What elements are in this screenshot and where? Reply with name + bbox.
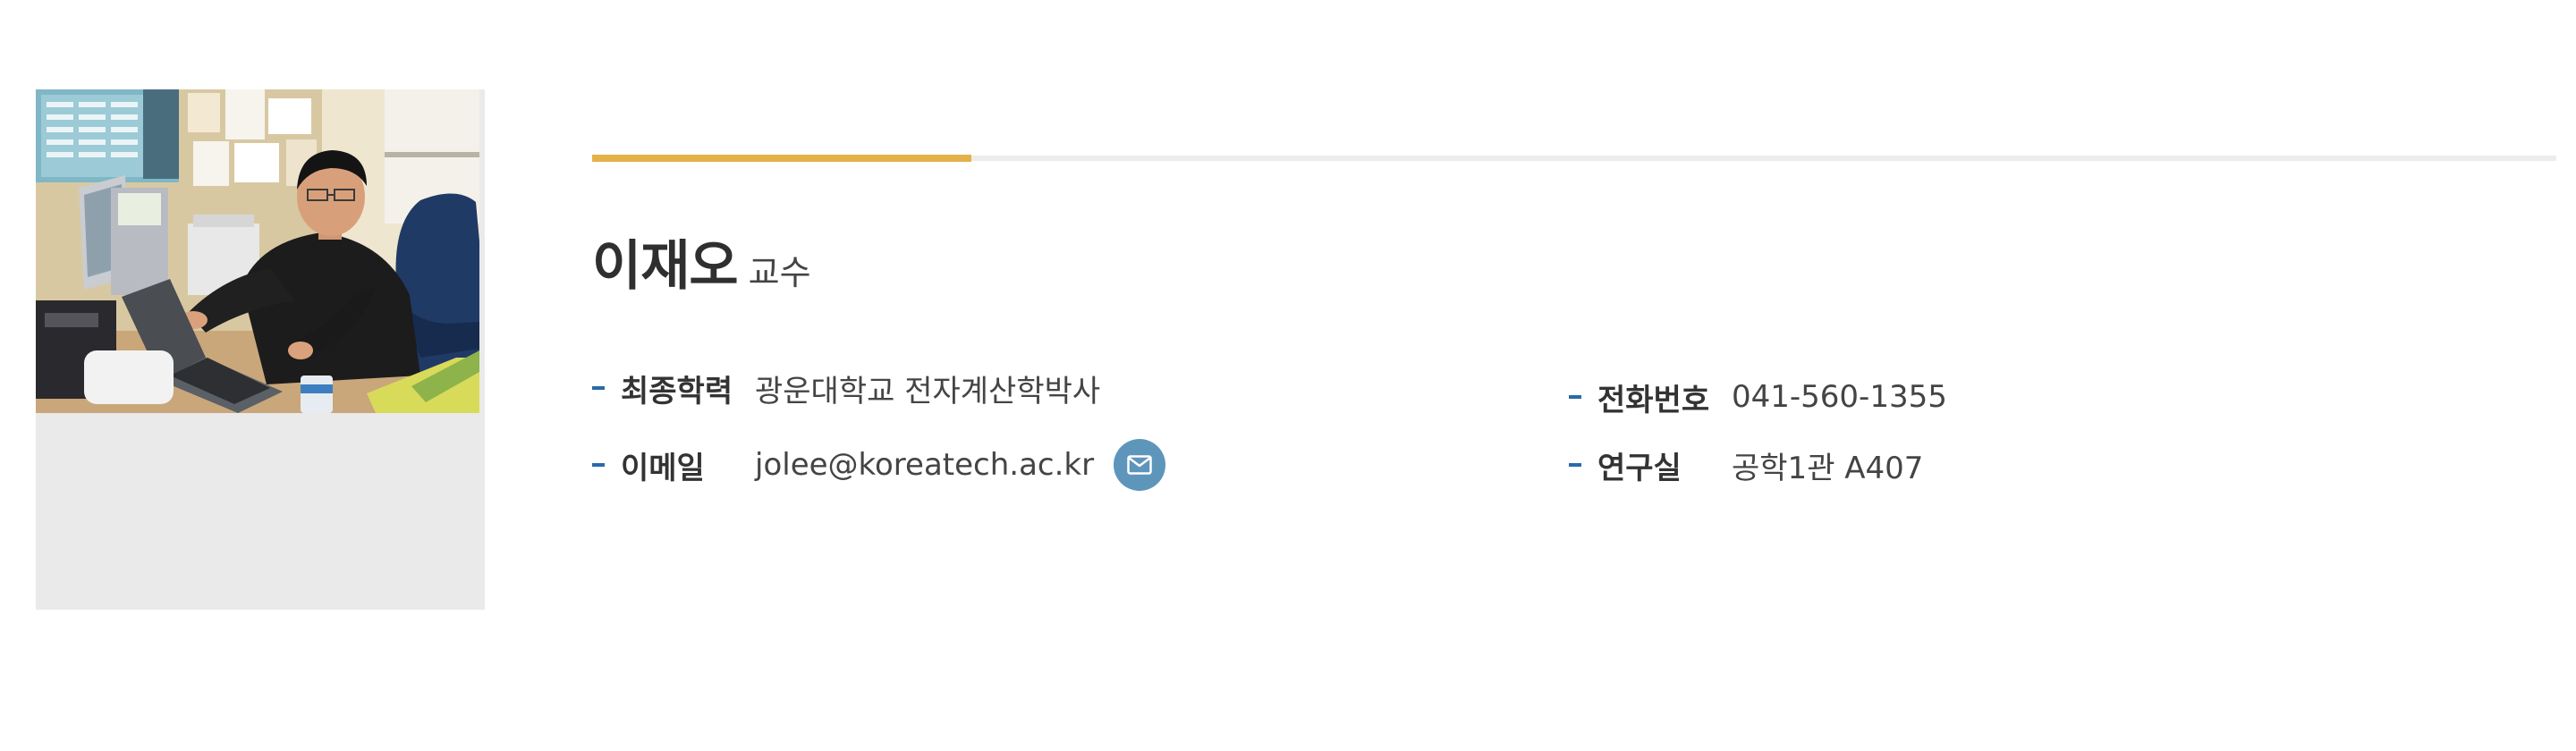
phone-label: 전화번호 bbox=[1597, 382, 1710, 418]
section-divider-accent bbox=[592, 155, 971, 162]
dash-bullet-icon bbox=[1569, 395, 1581, 399]
dash-bullet-icon bbox=[592, 386, 605, 390]
office-value: 공학1관 A407 bbox=[1732, 450, 1924, 486]
photo-frame bbox=[36, 89, 485, 610]
email-value[interactable]: jolee@koreatech.ac.kr bbox=[755, 447, 1094, 483]
office-item: 연구실 공학1관 A407 bbox=[1569, 438, 1923, 492]
professor-profile: 이재오 교수 최종학력 광운대학교 전자계산학박사 전화번호 041-560-13… bbox=[0, 0, 2576, 751]
education-value: 광운대학교 전자계산학박사 bbox=[755, 373, 1101, 409]
email-label: 이메일 bbox=[621, 450, 705, 486]
professor-photo bbox=[36, 89, 479, 413]
office-label: 연구실 bbox=[1597, 450, 1682, 486]
education-label: 최종학력 bbox=[621, 373, 733, 409]
send-email-button[interactable] bbox=[1114, 439, 1166, 491]
dash-bullet-icon bbox=[1569, 463, 1581, 467]
dash-bullet-icon bbox=[592, 463, 605, 467]
professor-heading: 이재오 교수 bbox=[592, 240, 811, 293]
education-item: 최종학력 광운대학교 전자계산학박사 bbox=[592, 361, 1100, 415]
professor-name: 이재오 bbox=[592, 235, 739, 298]
professor-title: 교수 bbox=[748, 253, 811, 292]
email-item: 이메일 jolee@koreatech.ac.kr bbox=[592, 438, 1166, 492]
mail-icon bbox=[1127, 455, 1152, 475]
phone-value: 041-560-1355 bbox=[1732, 379, 1947, 415]
phone-item: 전화번호 041-560-1355 bbox=[1569, 370, 1947, 424]
